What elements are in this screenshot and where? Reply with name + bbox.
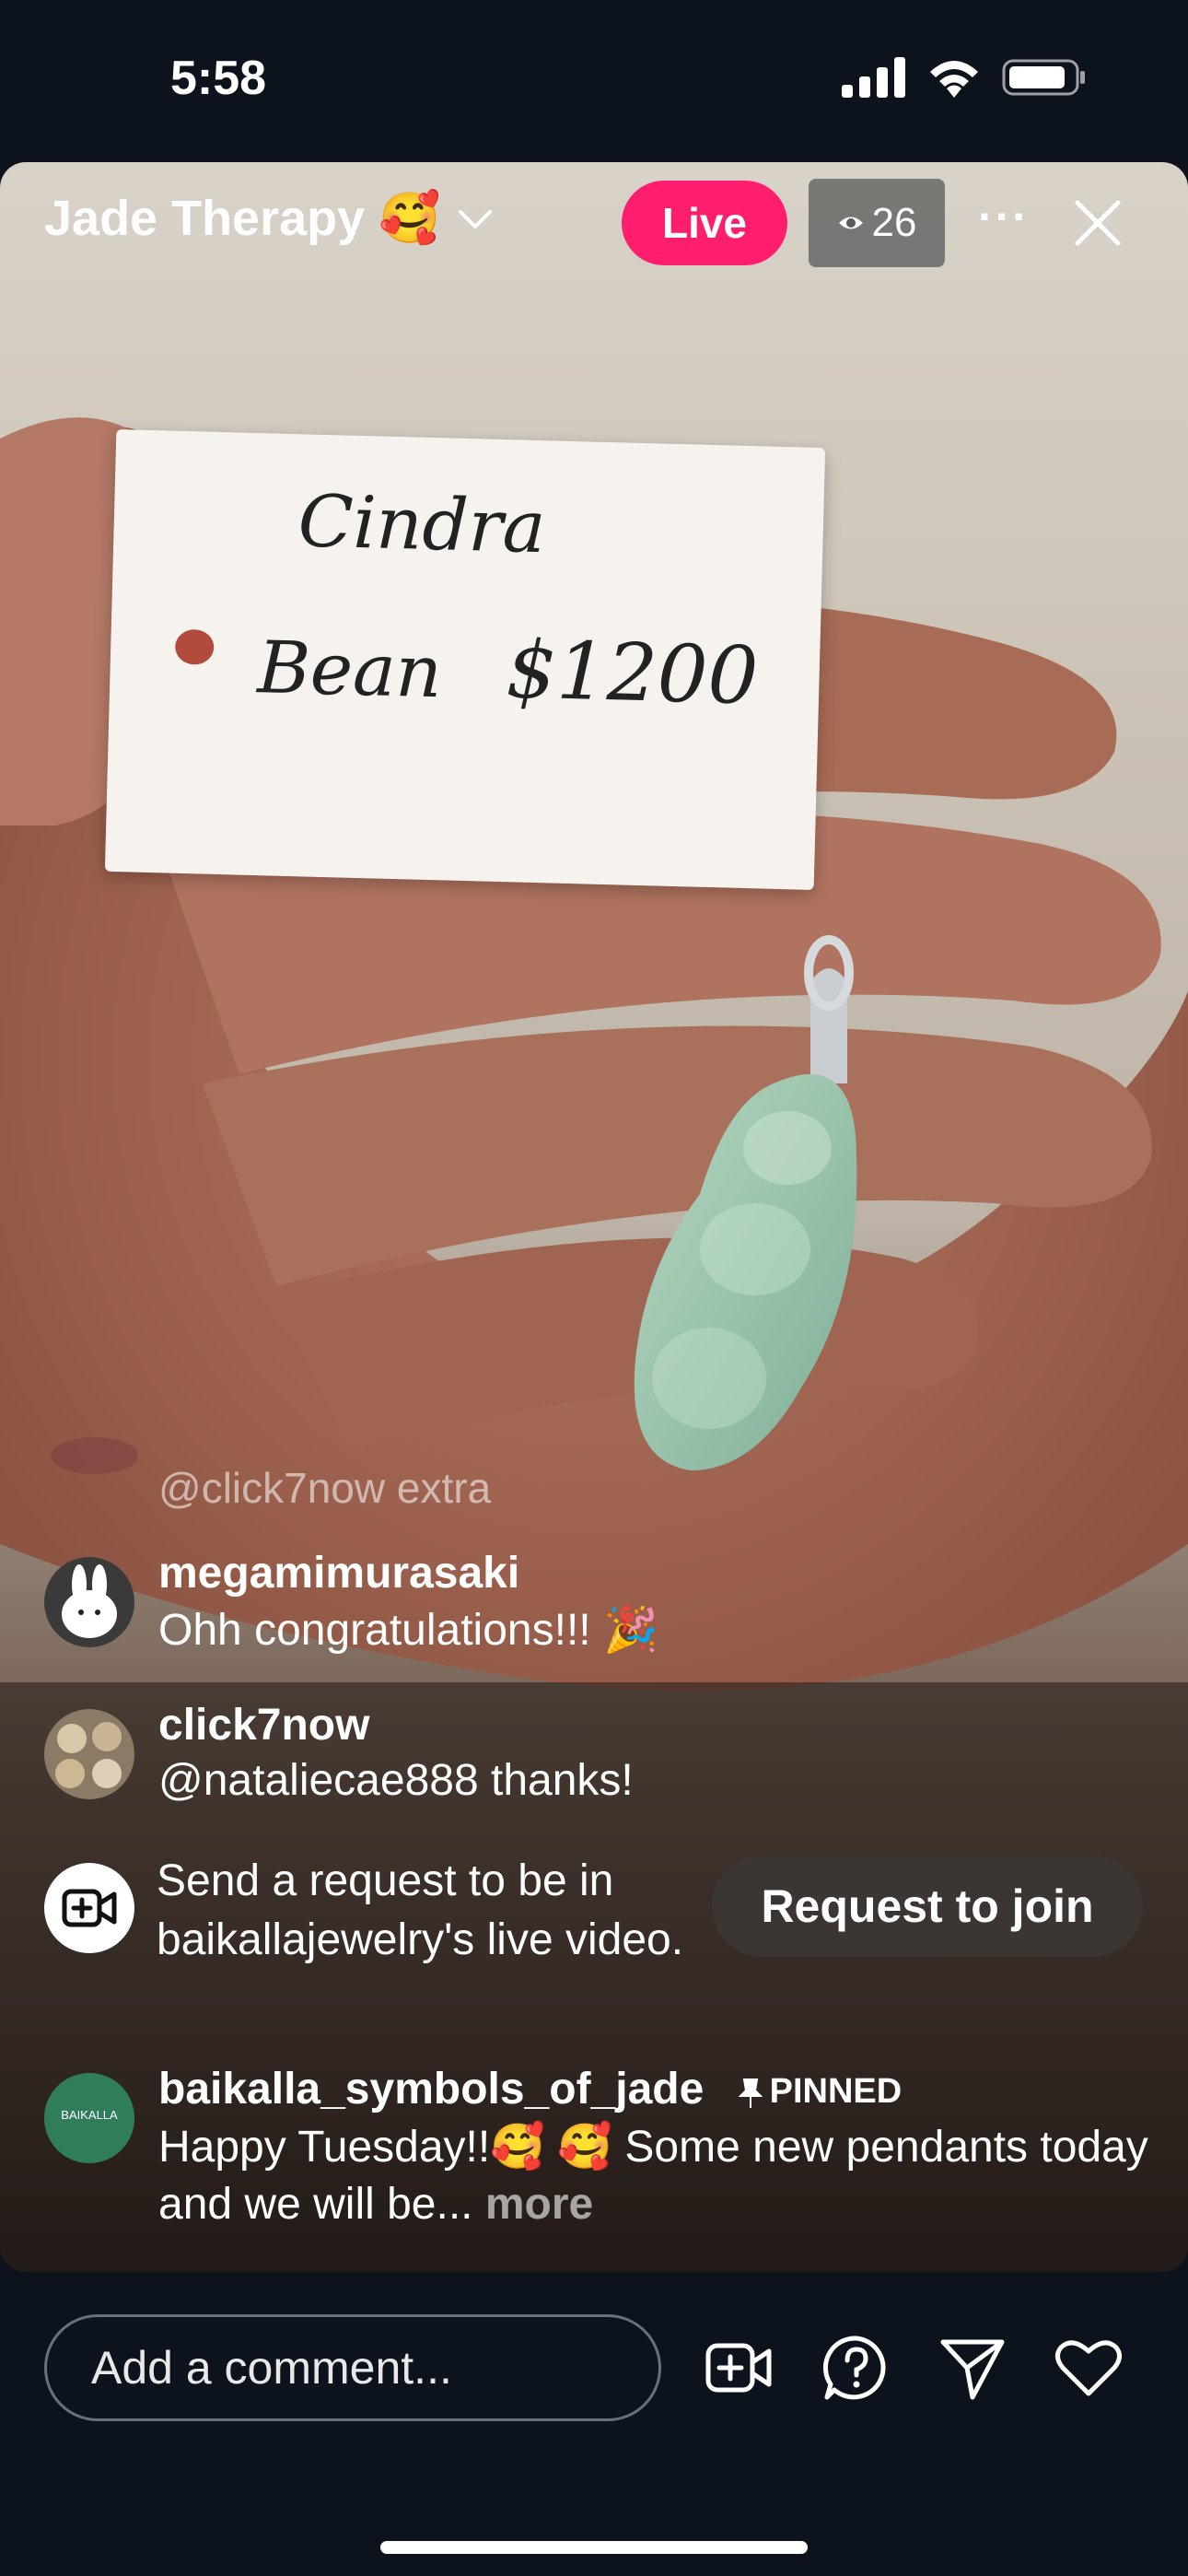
comment-input[interactable]: Add a comment...	[44, 2314, 661, 2421]
avatar[interactable]	[44, 1709, 134, 1799]
comment-username: baikalla_symbols_of_jade PINNED	[158, 2064, 902, 2114]
more-icon[interactable]: ···	[978, 190, 1030, 243]
bottom-bar: Add a comment...	[0, 2272, 1188, 2576]
send-icon[interactable]	[938, 2333, 1007, 2403]
avatar	[51, 1437, 138, 1474]
avatar[interactable]: BAIKALLA	[44, 2073, 134, 2163]
video-add-icon	[44, 1863, 134, 1953]
status-time: 5:58	[170, 52, 267, 105]
stream-title[interactable]: Jade Therapy 🥰	[44, 190, 494, 248]
pinned-label: PINNED	[769, 2071, 903, 2111]
request-to-join-button[interactable]: Request to join	[712, 1856, 1143, 1957]
pinned-username[interactable]: baikalla_symbols_of_jade	[158, 2065, 704, 2113]
home-indicator	[380, 2541, 808, 2554]
comment-text: @nataliecae888 thanks!	[158, 1756, 634, 1805]
pin-icon	[738, 2078, 763, 2108]
stream-title-text: Jade Therapy 🥰	[44, 191, 441, 246]
comment-text: Ohh congratulations!!! 🎉	[158, 1606, 658, 1655]
faded-comment: @click7now extra	[158, 1464, 492, 1512]
price-tag: Cindra Bean $1200	[104, 429, 826, 890]
live-badge: Live	[622, 181, 787, 265]
question-icon[interactable]	[821, 2333, 891, 2403]
more-link[interactable]: more	[485, 2180, 593, 2229]
status-bar: 5:58	[0, 0, 1188, 161]
close-icon[interactable]	[1070, 195, 1125, 251]
tag-price: $1200	[505, 624, 760, 723]
signal-icon	[842, 57, 905, 98]
heart-icon[interactable]	[1054, 2333, 1124, 2403]
comment-username[interactable]: megamimurasaki	[158, 1548, 519, 1598]
battery-icon	[1002, 59, 1085, 96]
pinned-text: Happy Tuesday!!🥰 🥰 Some new pendants tod…	[158, 2123, 1148, 2229]
request-text: Send a request to be in baikallajewelry'…	[157, 1856, 684, 1964]
tag-line2: Bean	[256, 626, 444, 715]
comment-text: Happy Tuesday!!🥰 🥰 Some new pendants tod…	[158, 2119, 1171, 2233]
live-header: Jade Therapy 🥰 Live 26 ···	[0, 162, 1188, 282]
comment-username[interactable]: click7now	[158, 1700, 369, 1751]
avatar[interactable]	[44, 1557, 134, 1647]
viewer-count[interactable]: 26	[809, 179, 945, 267]
eye-icon	[838, 217, 863, 229]
chevron-down-icon	[459, 209, 493, 228]
tag-line1: Cindra	[297, 480, 547, 570]
wifi-icon	[930, 61, 978, 98]
svg-text:BAIKALLA: BAIKALLA	[61, 2108, 118, 2122]
viewer-count-number: 26	[871, 200, 917, 245]
video-add-icon[interactable]	[705, 2333, 775, 2403]
